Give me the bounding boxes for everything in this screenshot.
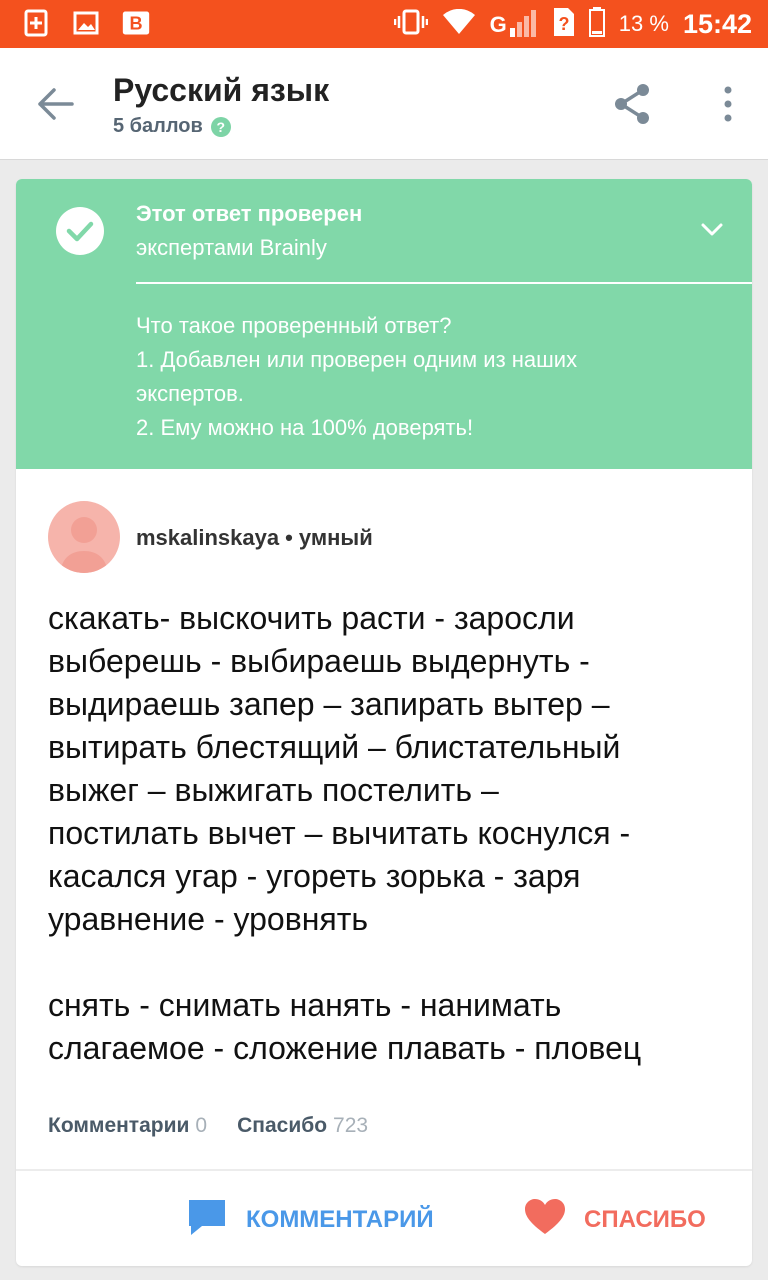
points-label: 5 баллов ? bbox=[113, 115, 231, 138]
avatar[interactable] bbox=[48, 501, 120, 573]
vibrate-icon bbox=[393, 8, 428, 41]
clock: 15:42 bbox=[682, 8, 752, 39]
battery-icon bbox=[588, 6, 605, 42]
help-icon[interactable]: ? bbox=[210, 116, 231, 137]
verified-subtitle: экспертами Brainly bbox=[136, 235, 327, 260]
comment-bubble-icon bbox=[186, 1197, 228, 1244]
wifi-icon bbox=[442, 8, 476, 40]
back-arrow-icon[interactable] bbox=[34, 84, 78, 124]
image-notification-icon bbox=[72, 8, 100, 38]
medical-notification-icon bbox=[22, 8, 50, 38]
comment-button[interactable]: КОММЕНТАРИЙ bbox=[186, 1197, 434, 1243]
answer-stats: Комментарии 0 Спасибо 723 bbox=[48, 1114, 368, 1138]
sim-unknown-icon: ? bbox=[553, 7, 575, 42]
svg-text:B: B bbox=[129, 14, 142, 34]
app-bar: Русский язык 5 баллов ? bbox=[0, 48, 768, 160]
thanks-button[interactable]: СПАСИБО bbox=[524, 1197, 706, 1243]
brainly-notification-icon: B bbox=[122, 8, 150, 38]
heart-icon bbox=[524, 1198, 566, 1243]
verified-info: Что такое проверенный ответ? 1. Добавлен… bbox=[136, 313, 578, 440]
status-bar: B G ? 13 % 15:42 bbox=[0, 0, 768, 48]
divider bbox=[136, 282, 752, 284]
more-options-icon[interactable] bbox=[718, 84, 738, 124]
battery-percent: 13 % bbox=[618, 11, 669, 36]
answer-card: Этот ответ проверен экспертами Brainly Ч… bbox=[16, 179, 752, 1266]
author-name[interactable]: mskalinskaya bbox=[136, 525, 279, 551]
signal-icon: G bbox=[490, 10, 539, 38]
verified-title: Этот ответ проверен bbox=[136, 201, 363, 226]
chevron-down-icon[interactable] bbox=[700, 221, 724, 237]
thanks-stat: Спасибо 723 bbox=[237, 1114, 369, 1137]
comments-stat[interactable]: Комментарии 0 bbox=[48, 1114, 207, 1138]
author-rank: • умный bbox=[285, 525, 373, 550]
check-icon bbox=[56, 207, 104, 255]
verified-banner[interactable]: Этот ответ проверен экспертами Brainly Ч… bbox=[16, 179, 752, 469]
page-title: Русский язык bbox=[113, 72, 330, 108]
share-icon[interactable] bbox=[612, 82, 652, 126]
svg-text:?: ? bbox=[558, 14, 569, 34]
divider bbox=[16, 1169, 752, 1171]
answer-text: скакать- выскочить расти - заросли выбер… bbox=[48, 600, 642, 1066]
author-info: mskalinskaya • умный bbox=[136, 525, 373, 551]
